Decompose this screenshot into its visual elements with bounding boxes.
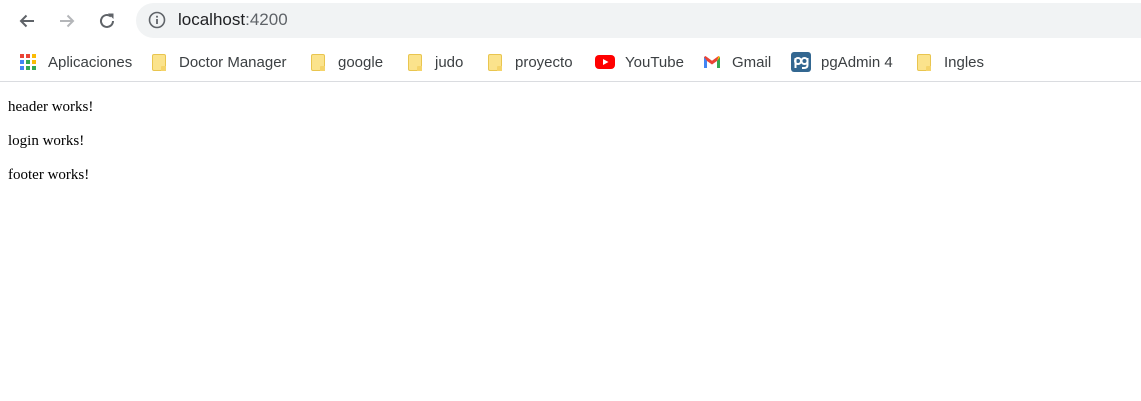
back-button[interactable] (11, 5, 43, 37)
bookmark-label: pgAdmin 4 (821, 53, 893, 71)
bookmark-label: judo (435, 53, 464, 71)
url-host: localhost (178, 10, 246, 29)
reload-button[interactable] (91, 5, 123, 37)
page-content: header works! login works! footer works! (0, 82, 1141, 209)
pgadmin-icon (791, 52, 811, 72)
gmail-icon (704, 56, 720, 68)
header-text: header works! (8, 99, 94, 115)
arrow-right-icon (60, 14, 75, 28)
bookmark-gmail[interactable]: Gmail (703, 42, 771, 82)
address-bar[interactable]: localhost:4200 (136, 3, 1141, 38)
bookmark-label: Gmail (732, 53, 772, 71)
bookmarks-bar: Aplicaciones Doctor Manager google judo … (0, 42, 1141, 82)
url-port: :4200 (245, 10, 288, 29)
apps-grid-icon (20, 54, 36, 70)
bookmark-ingles[interactable]: Ingles (917, 42, 984, 82)
bookmark-label: Ingles (944, 53, 985, 71)
reload-icon (100, 13, 114, 28)
folder-icon (408, 53, 422, 71)
bookmark-judo[interactable]: judo (408, 42, 463, 82)
bookmark-pgadmin[interactable]: pgAdmin 4 (791, 42, 893, 82)
bookmark-label: google (338, 53, 384, 71)
bookmark-youtube[interactable]: YouTube (595, 42, 684, 82)
footer-text: footer works! (8, 167, 90, 183)
bookmark-label: proyecto (515, 53, 573, 71)
bookmark-doctor-manager[interactable]: Doctor Manager (152, 42, 287, 82)
bookmark-label: Aplicaciones (48, 53, 133, 71)
info-icon[interactable] (148, 11, 166, 29)
forward-button[interactable] (51, 5, 83, 37)
folder-icon (311, 53, 325, 71)
folder-icon (152, 53, 166, 71)
arrow-left-icon (19, 14, 34, 28)
bookmark-label: Doctor Manager (179, 53, 287, 71)
youtube-icon (595, 55, 615, 69)
folder-icon (917, 53, 931, 71)
bookmark-label: YouTube (625, 53, 684, 71)
url-text[interactable]: localhost:4200 (178, 10, 288, 30)
login-text: login works! (8, 133, 85, 149)
bookmark-google[interactable]: google (311, 42, 383, 82)
folder-icon (488, 53, 502, 71)
bookmark-aplicaciones[interactable]: Aplicaciones (19, 42, 132, 82)
bookmark-proyecto[interactable]: proyecto (488, 42, 573, 82)
browser-toolbar: localhost:4200 (0, 0, 1141, 42)
